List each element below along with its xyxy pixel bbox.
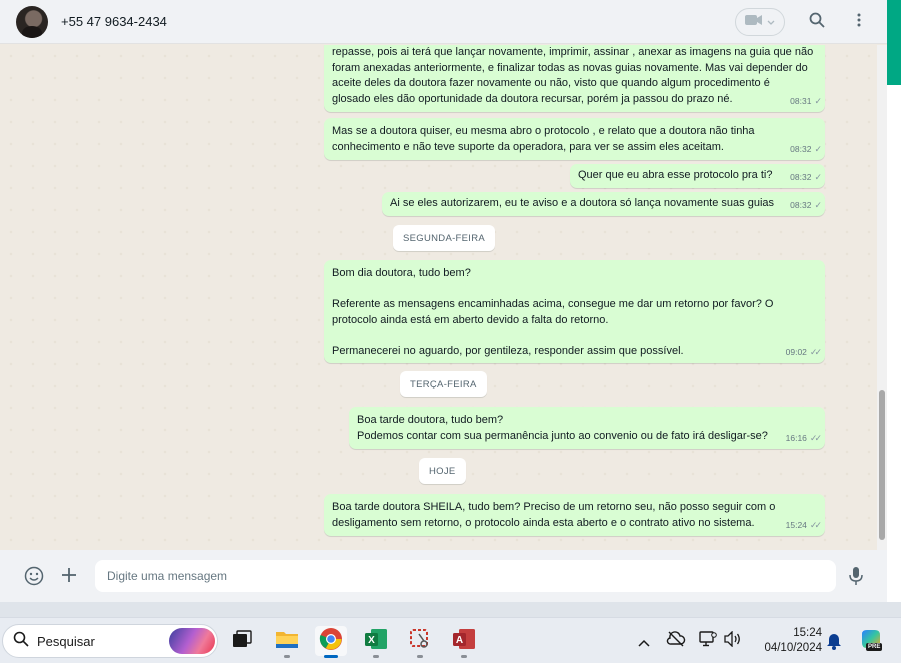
header-actions — [735, 8, 869, 36]
message-time: 16:16 — [785, 432, 807, 443]
message-bubble[interactable]: repasse, pois ai terá que lançar novamen… — [324, 45, 825, 112]
taskbar-search[interactable]: Pesquisar — [2, 624, 218, 658]
message-time: 15:24 — [785, 519, 807, 530]
message-text: Boa tarde doutora SHEILA, tudo bem? Prec… — [332, 501, 776, 529]
message-meta: 16:16 ✓✓ — [785, 431, 822, 447]
running-indicator — [284, 655, 290, 658]
sent-check-icon: ✓ — [814, 171, 821, 182]
scrollbar-thumb[interactable] — [879, 390, 885, 540]
running-indicator — [461, 655, 467, 658]
access-icon: A — [452, 628, 476, 655]
menu-button[interactable] — [849, 12, 869, 32]
message-text: Boa tarde doutora, tudo bem? Podemos con… — [357, 414, 768, 442]
sent-check-icon: ✓ — [814, 143, 821, 154]
chrome-icon — [319, 627, 343, 656]
active-indicator — [324, 655, 338, 658]
date-separator: HOJE — [419, 458, 466, 484]
windows-taskbar: Pesquisar X A 15:24 04/10/2024 PRE — [0, 617, 901, 663]
sent-check-icon: ✓ — [814, 95, 821, 106]
message-meta: 09:02 ✓✓ — [785, 345, 822, 361]
message-text: Ai se eles autorizarem, eu te aviso e a … — [390, 197, 775, 209]
chevron-down-icon — [767, 13, 775, 31]
taskbar-app-excel[interactable]: X — [360, 626, 392, 658]
emoji-icon[interactable] — [24, 566, 44, 591]
date-separator: TERÇA-FEIRA — [400, 371, 487, 397]
notification-bell-icon[interactable] — [826, 632, 842, 655]
chevron-up-icon[interactable] — [638, 634, 650, 652]
copilot-icon[interactable]: PRE — [858, 628, 884, 654]
search-icon — [13, 631, 29, 652]
running-indicator — [417, 655, 423, 658]
kebab-menu-icon — [857, 13, 861, 32]
copilot-pre-badge: PRE — [866, 643, 883, 651]
clock-date: 04/10/2024 — [764, 642, 822, 654]
message-text: Bom dia doutora, tudo bem? Referente as … — [332, 267, 774, 357]
taskbar-app-file-explorer[interactable] — [271, 626, 303, 658]
read-check-icon: ✓✓ — [809, 432, 822, 443]
clock-time: 15:24 — [793, 627, 822, 639]
read-check-icon: ✓✓ — [809, 346, 822, 357]
excel-icon: X — [364, 628, 388, 655]
microphone-icon[interactable] — [848, 566, 864, 591]
chat-header: +55 47 9634-2434 — [0, 0, 887, 44]
message-time: 09:02 — [785, 346, 807, 357]
sent-check-icon: ✓ — [814, 199, 821, 210]
search-icon — [809, 12, 825, 33]
message-bubble[interactable]: Quer que eu abra esse protocolo pra ti? … — [570, 164, 825, 188]
message-meta: 08:31 ✓ — [790, 94, 822, 110]
snipping-tool-icon — [409, 628, 431, 655]
message-composer — [0, 550, 887, 602]
taskbar-app-access[interactable]: A — [448, 626, 480, 658]
read-check-icon: ✓✓ — [809, 519, 822, 530]
svg-text:A: A — [456, 635, 463, 646]
message-time: 08:32 — [790, 143, 812, 154]
contact-avatar[interactable] — [16, 5, 48, 38]
taskbar-app-snipping[interactable] — [404, 626, 436, 658]
running-indicator — [373, 655, 379, 658]
message-bubble[interactable]: Boa tarde doutora, tudo bem? Podemos con… — [349, 407, 825, 449]
attach-plus-icon[interactable] — [60, 566, 78, 589]
video-camera-icon — [745, 13, 763, 31]
chat-messages-area[interactable]: repasse, pois ai terá que lançar novamen… — [0, 45, 887, 550]
cloud-off-icon[interactable] — [666, 631, 686, 652]
message-time: 08:32 — [790, 199, 812, 210]
date-separator: SEGUNDA-FEIRA — [393, 225, 496, 251]
search-chat-button[interactable] — [807, 12, 827, 32]
message-bubble[interactable]: Ai se eles autorizarem, eu te aviso e a … — [382, 192, 825, 216]
folder-icon — [275, 629, 299, 654]
message-text: repasse, pois ai terá que lançar novamen… — [332, 46, 814, 105]
taskbar-app-chrome[interactable] — [315, 626, 347, 658]
network-icon[interactable] — [699, 631, 717, 652]
message-bubble[interactable]: Mas se a doutora quiser, eu mesma abro o… — [324, 118, 825, 160]
contact-name[interactable]: +55 47 9634-2434 — [61, 14, 167, 29]
search-label: Pesquisar — [37, 633, 95, 649]
message-bubble[interactable]: Boa tarde doutora SHEILA, tudo bem? Prec… — [324, 494, 825, 536]
message-meta: 15:24 ✓✓ — [785, 518, 822, 534]
message-time: 08:32 — [790, 171, 812, 182]
svg-text:X: X — [368, 635, 375, 646]
message-text: Quer que eu abra esse protocolo pra ti? — [578, 169, 773, 181]
volume-icon[interactable] — [724, 630, 742, 652]
message-meta: 08:32 ✓ — [790, 142, 822, 158]
window-bottom-edge — [0, 602, 901, 617]
search-highlight-icon — [169, 628, 215, 654]
side-accent-strip — [887, 0, 901, 85]
message-bubble[interactable]: Bom dia doutora, tudo bem? Referente as … — [324, 260, 825, 363]
taskbar-clock[interactable]: 15:24 04/10/2024 — [752, 626, 822, 656]
message-meta: 08:32 ✓ — [790, 170, 822, 186]
message-time: 08:31 — [790, 95, 812, 106]
video-call-button[interactable] — [735, 8, 785, 36]
side-panel-edge — [887, 85, 901, 603]
chat-scrollbar[interactable] — [877, 45, 887, 550]
taskbar-app-task-view[interactable] — [226, 626, 258, 656]
task-view-icon — [232, 629, 252, 653]
message-text: Mas se a doutora quiser, eu mesma abro o… — [332, 125, 755, 153]
message-meta: 08:32 ✓ — [790, 198, 822, 214]
message-input[interactable] — [95, 560, 836, 592]
